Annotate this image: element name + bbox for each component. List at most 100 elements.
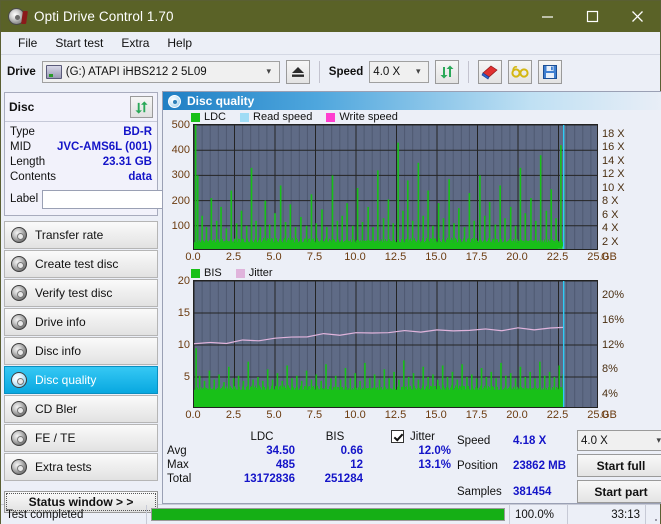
resize-grip-icon[interactable]	[646, 505, 660, 524]
glasses-button[interactable]	[508, 59, 533, 84]
start-full-button[interactable]: Start full	[577, 454, 661, 477]
sidebar-item-transfer-rate[interactable]: Transfer rate	[4, 221, 158, 249]
main-panel: Disc quality LDC Read speed Write speed …	[161, 88, 661, 504]
minimize-icon[interactable]	[525, 1, 570, 32]
x-tick-label: 17.5	[465, 409, 488, 421]
x-axis-unit: GB	[601, 409, 617, 421]
sidebar-item-cd-bler[interactable]: CD Bler	[4, 395, 158, 423]
start-part-button[interactable]: Start part	[577, 480, 661, 503]
disc-info-panel: Disc Type BD-R MID JVC-AMS6L (001) Lengt…	[4, 92, 253, 216]
legend-label-jitter: Jitter	[248, 267, 273, 279]
window-controls	[525, 1, 660, 32]
sidebar-item-label: Disc info	[35, 344, 82, 358]
glasses-icon	[511, 65, 529, 78]
eject-icon	[291, 66, 304, 77]
speed-label: Speed	[328, 65, 364, 78]
menu-item-extra[interactable]: Extra	[112, 34, 158, 52]
disc-panel-header: Disc	[5, 93, 157, 122]
close-icon[interactable]	[615, 1, 660, 32]
jitter-checkbox[interactable]	[391, 430, 405, 443]
y-tick-label: 10	[177, 339, 190, 351]
disc-icon	[11, 372, 27, 388]
legend-label-read-speed: Read speed	[253, 111, 313, 123]
chevron-down-icon: ▾	[266, 66, 272, 76]
disc-row-length-value: 23.31 GB	[102, 156, 152, 168]
sidebar-item-extra-tests[interactable]: Extra tests	[4, 453, 158, 481]
status-message: Test completed	[1, 505, 147, 524]
y2-tick-label: 6 X	[602, 208, 619, 221]
disc-icon	[11, 285, 27, 301]
ldc-plot-area[interactable]	[193, 124, 598, 250]
refresh-button[interactable]	[435, 59, 460, 84]
eject-button[interactable]	[285, 59, 310, 84]
sidebar: Disc Type BD-R MID JVC-AMS6L (001) Lengt…	[1, 88, 253, 513]
disc-row-length: Length 23.31 GB	[10, 155, 152, 170]
y2-tick-label: 10 X	[602, 181, 625, 194]
disc-row-contents-label: Contents	[10, 171, 57, 183]
disc-icon	[11, 459, 27, 475]
disc-icon	[11, 430, 27, 446]
disc-label-caption: Label	[10, 193, 39, 205]
title-bar: Opti Drive Control 1.70	[1, 1, 660, 32]
bis-y-axis: 20 15 10 5	[163, 275, 193, 408]
toolbar-divider-1	[318, 60, 320, 83]
disc-row-contents-value: data	[128, 171, 152, 183]
bis-plot-area[interactable]	[193, 280, 598, 408]
menu-item-help[interactable]: Help	[158, 34, 201, 52]
sidebar-item-disc-info[interactable]: Disc info	[4, 337, 158, 365]
sidebar-item-label: FE / TE	[35, 431, 76, 445]
x-tick-label: 0.0	[185, 409, 201, 421]
y-tick-label: 5	[183, 371, 190, 383]
toolbar: Drive (G:) ATAPI iHBS212 2 5L09 ▾ Speed …	[1, 55, 660, 88]
menu-item-file[interactable]: File	[9, 34, 46, 52]
menu-item-start-test[interactable]: Start test	[46, 34, 112, 52]
disc-refresh-button[interactable]	[130, 96, 153, 118]
y-tick-label: 200	[171, 194, 190, 207]
x-tick-label: 17.5	[465, 251, 488, 263]
disc-rows: Type BD-R MID JVC-AMS6L (001) Length 23.…	[5, 122, 253, 215]
erase-button[interactable]	[478, 59, 503, 84]
stats-max-bis: 12	[350, 459, 363, 471]
stats-header-jitter: Jitter	[410, 430, 435, 443]
sidebar-item-create-test-disc[interactable]: Create test disc	[4, 250, 158, 278]
test-speed-select[interactable]: 4.0 X ▾	[577, 430, 661, 451]
speed-readout-label: Speed	[457, 434, 491, 447]
sidebar-item-fe-te[interactable]: FE / TE	[4, 424, 158, 452]
legend-swatch-write-speed	[326, 112, 336, 122]
x-tick-label: 7.5	[306, 251, 323, 263]
disc-quality-card: Disc quality LDC Read speed Write speed …	[162, 91, 661, 504]
refresh-icon	[440, 65, 454, 78]
sidebar-item-label: Extra tests	[35, 460, 92, 474]
position-readout-value: 23862 MB	[513, 459, 567, 472]
disc-row-type-value: BD-R	[123, 126, 152, 138]
menu-label-start-test: Start test	[55, 36, 104, 50]
x-axis-unit: GB	[601, 251, 617, 263]
save-button[interactable]	[538, 59, 563, 84]
x-tick-label: 7.5	[306, 409, 323, 421]
sidebar-item-drive-info[interactable]: Drive info	[4, 308, 158, 336]
stats-header-ldc: LDC	[250, 430, 274, 443]
sidebar-item-disc-quality[interactable]: Disc quality	[4, 366, 158, 394]
x-tick-label: 15.0	[425, 409, 447, 421]
position-readout-label: Position	[457, 459, 498, 472]
error-stats-table: LDC BIS Jitter Avg 34.50 0.66 12.0% Max …	[167, 430, 457, 503]
x-tick-label: 0.0	[185, 251, 201, 263]
speed-select[interactable]: 4.0 X ▾	[369, 60, 430, 83]
menu-bar: File Start test Extra Help	[1, 32, 660, 55]
jitter-checkbox-group[interactable]: Jitter	[369, 430, 457, 443]
maximize-icon[interactable]	[570, 1, 615, 32]
sidebar-item-verify-test-disc[interactable]: Verify test disc	[4, 279, 158, 307]
legend-label-bis: BIS	[204, 267, 222, 279]
stats-avg-jitter: 12.0%	[418, 445, 451, 457]
readout-panel: Speed 4.18 X 4.0 X ▾ Position 23862 MB S…	[457, 430, 661, 503]
stats-row-label-total: Total	[167, 473, 192, 485]
x-tick-label: 15.0	[425, 251, 447, 263]
drive-select[interactable]: (G:) ATAPI iHBS212 2 5L09 ▾	[41, 60, 280, 83]
disc-row-mid-label: MID	[10, 141, 32, 153]
y-tick-label: 15	[177, 307, 190, 319]
card-header: Disc quality	[163, 92, 661, 110]
statistics-panel: LDC BIS Jitter Avg 34.50 0.66 12.0% Max …	[163, 424, 661, 503]
x-tick-label: 10.0	[344, 251, 366, 263]
y-tick-label: 500	[171, 119, 190, 131]
elapsed-time: 33:13	[568, 505, 646, 524]
